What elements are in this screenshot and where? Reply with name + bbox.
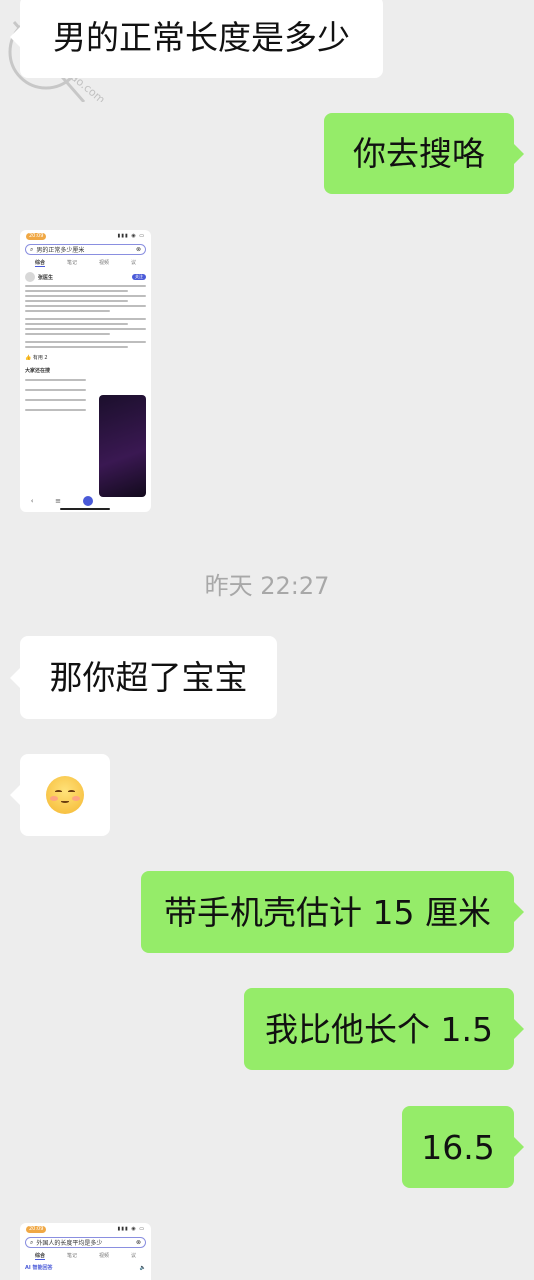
- microphone-icon: [82, 496, 93, 506]
- smiling-face-with-blush-icon: [46, 776, 84, 814]
- thumbnail-time: 20:09: [26, 232, 47, 240]
- thumbnail-section-title: 大家还在搜: [25, 368, 51, 374]
- avatar: [25, 272, 35, 282]
- signal-icon: ▮▮▮ ◉ ▭: [117, 1226, 145, 1232]
- thumbnail-time: 20:09: [26, 1225, 47, 1233]
- thumbnail-tab: 视频: [98, 260, 109, 266]
- thumbnail-ai-answer: AI 智能回答 🔈: [25, 1264, 146, 1272]
- thumbnail-search-query: 外国人的长度平均是多少: [36, 1240, 103, 1247]
- thumbnail-tab: 综合: [34, 260, 45, 267]
- search-icon: ⌕: [30, 245, 34, 253]
- message-bubble-right[interactable]: 你去搜咯: [324, 113, 524, 194]
- message-bubble-right[interactable]: 带手机壳估计 15 厘米: [141, 871, 524, 953]
- screenshot-image-message[interactable]: 20:09 ▮▮▮ ◉ ▭ ⌕ 男的正常多少厘米 ⊗ 综合 笔记 视频 议 张医…: [20, 230, 151, 512]
- thumbnail-tab: 议: [130, 1253, 136, 1259]
- signal-icon: ▮▮▮ ◉ ▭: [117, 233, 145, 239]
- message-text: 你去搜咯: [353, 134, 485, 173]
- message-bubble-left[interactable]: [10, 754, 110, 836]
- message-text: 我比他长个 1.5: [265, 1009, 493, 1049]
- thumbnail-tab: 综合: [34, 1253, 45, 1260]
- message-bubble-right[interactable]: 16.5: [402, 1106, 524, 1188]
- close-icon: ⊗: [135, 1239, 141, 1246]
- message-text: 带手机壳估计 15 厘米: [164, 892, 491, 932]
- home-indicator: [60, 508, 110, 510]
- thumbnail-search-bar: ⌕ 男的正常多少厘米 ⊗: [25, 244, 146, 255]
- thumbnail-search-query: 男的正常多少厘米: [36, 247, 85, 254]
- search-icon: ⌕: [30, 1238, 34, 1246]
- chat-timestamp: 昨天 22:27: [204, 572, 330, 600]
- screenshot-image-message[interactable]: 20:09 ▮▮▮ ◉ ▭ ⌕ 外国人的长度平均是多少 ⊗ 综合 笔记 视频 议…: [20, 1223, 151, 1280]
- thumbnail-search-bar: ⌕ 外国人的长度平均是多少 ⊗: [25, 1237, 146, 1248]
- thumbnail-video-preview: [99, 395, 146, 497]
- message-bubble-left[interactable]: 男的正常长度是多少: [10, 0, 383, 78]
- thumbnail-bottom-bar: ‹ ≡: [20, 496, 151, 506]
- thumbnail-tab: 笔记: [66, 260, 77, 266]
- speaker-icon: 🔈: [139, 1264, 146, 1271]
- menu-icon: ≡: [55, 497, 62, 505]
- thumbnail-tab: 议: [130, 260, 136, 266]
- message-text: 16.5: [421, 1127, 495, 1167]
- message-text: 那你超了宝宝: [49, 658, 248, 697]
- thumbnail-follow-badge: 关注: [132, 274, 146, 280]
- close-icon: ⊗: [135, 246, 141, 253]
- thumbnail-tab: 视频: [98, 1253, 109, 1259]
- thumbnail-author: 张医生: [38, 274, 54, 281]
- message-bubble-left[interactable]: 那你超了宝宝: [10, 636, 277, 719]
- back-icon: ‹: [30, 497, 34, 505]
- thumbnail-tabs: 综合 笔记 视频 议: [20, 1250, 151, 1262]
- message-bubble-right[interactable]: 我比他长个 1.5: [244, 988, 524, 1070]
- thumbs-up-icon: 👍: [25, 355, 32, 361]
- thumbnail-tabs: 综合 笔记 视频 议: [20, 257, 151, 269]
- thumbnail-tab: 笔记: [66, 1253, 77, 1259]
- thumbnail-status-bar: 20:09 ▮▮▮ ◉ ▭: [20, 1223, 151, 1235]
- thumbnail-like-count: 👍 有用 2: [25, 355, 48, 361]
- thumbnail-status-bar: 20:09 ▮▮▮ ◉ ▭: [20, 230, 151, 242]
- message-text: 男的正常长度是多少: [53, 17, 350, 57]
